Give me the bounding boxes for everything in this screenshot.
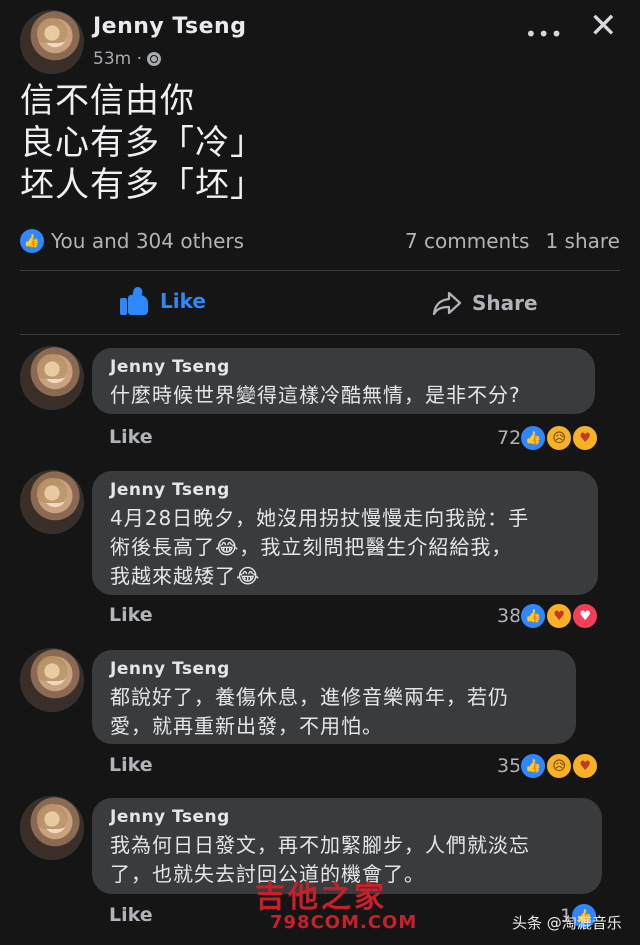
comment-reactions[interactable]: 72 👍 😥 ♥ bbox=[497, 424, 600, 452]
sad-icon: 😥 bbox=[545, 424, 574, 452]
comment-reaction-count: 38 bbox=[497, 605, 522, 627]
comment-avatar[interactable] bbox=[20, 470, 84, 534]
watermark-source: 头条 @淘漉音乐 bbox=[512, 914, 622, 932]
post-body: 信不信由你 良心有多「冷」 坯人有多「坯」 bbox=[20, 80, 265, 206]
post-author-name[interactable]: Jenny Tseng bbox=[93, 14, 246, 39]
comment-line: 我越來越矮了😂 bbox=[110, 564, 261, 588]
comment-author[interactable]: Jenny Tseng bbox=[110, 480, 580, 500]
post-line: 良心有多「冷」 bbox=[20, 123, 265, 163]
comment-text: 什麼時候世界變得這樣冷酷無情，是非不分? bbox=[110, 381, 577, 410]
comment-line: 都說好了，養傷休息，進修音樂兩年，若仍 bbox=[110, 685, 509, 709]
watermark-url: 798COM.COM bbox=[270, 912, 418, 933]
share-button-label: Share bbox=[472, 291, 538, 315]
comment-line: 什麼時候世界變得這樣冷酷無情，是非不分? bbox=[110, 383, 521, 407]
comment-avatar[interactable] bbox=[20, 796, 84, 860]
comment-like-button[interactable]: Like bbox=[109, 426, 153, 448]
reactions-count[interactable]: 👍 You and 304 others bbox=[20, 229, 244, 253]
comment-reaction-count: 72 bbox=[497, 427, 522, 449]
thumbs-up-icon bbox=[120, 286, 150, 315]
comment-bubble: Jenny Tseng 4月28日晚夕，她沒用拐扙慢慢走向我說：手 術後長高了😂… bbox=[92, 471, 598, 595]
comment-line: 愛，就再重新出發，不用怕。 bbox=[110, 714, 383, 738]
care-icon: ♥ bbox=[571, 752, 600, 780]
divider bbox=[20, 334, 620, 335]
engagement-counts: 7 comments 1 share bbox=[405, 229, 620, 253]
comment-author[interactable]: Jenny Tseng bbox=[110, 807, 584, 827]
post-line: 坯人有多「坯」 bbox=[20, 165, 265, 205]
more-options-icon[interactable]: ••• bbox=[525, 22, 563, 46]
care-icon: ♥ bbox=[571, 424, 600, 452]
comment-text: 4月28日晚夕，她沒用拐扙慢慢走向我說：手 術後長高了😂，我立刻問把醫生介紹給我… bbox=[110, 504, 580, 591]
sad-icon: 😥 bbox=[545, 752, 574, 780]
comment-author[interactable]: Jenny Tseng bbox=[110, 357, 577, 377]
like-reaction-icon: 👍 bbox=[20, 229, 44, 253]
post-line: 信不信由你 bbox=[20, 81, 195, 121]
comment-like-button[interactable]: Like bbox=[109, 604, 153, 626]
post-meta: 53m · bbox=[93, 49, 161, 69]
comment-like-button[interactable]: Like bbox=[109, 754, 153, 776]
comment-reactions[interactable]: 38 👍 ♥ ♥ bbox=[497, 602, 600, 630]
like-icon: 👍 bbox=[519, 752, 548, 780]
post-time: 53m · bbox=[93, 49, 142, 69]
divider bbox=[20, 270, 620, 271]
comment-author[interactable]: Jenny Tseng bbox=[110, 659, 558, 679]
comment-text: 都說好了，養傷休息，進修音樂兩年，若仍 愛，就再重新出發，不用怕。 bbox=[110, 683, 558, 741]
like-icon: 👍 bbox=[519, 424, 548, 452]
share-icon bbox=[432, 291, 462, 316]
like-button-label: Like bbox=[160, 289, 206, 313]
comment-reaction-count: 35 bbox=[497, 755, 522, 777]
comment-bubble: Jenny Tseng 都說好了，養傷休息，進修音樂兩年，若仍 愛，就再重新出發… bbox=[92, 650, 576, 744]
watermark-brand: 吉他之家 bbox=[255, 880, 387, 915]
comment-like-button[interactable]: Like bbox=[109, 904, 153, 926]
reactions-summary: 👍 You and 304 others 7 comments 1 share bbox=[20, 229, 620, 259]
reactions-text: You and 304 others bbox=[51, 229, 245, 253]
love-icon: ♥ bbox=[571, 602, 600, 630]
comment-line: 我為何日日發文，再不加緊腳步，人們就淡忘 bbox=[110, 833, 530, 857]
shares-count[interactable]: 1 share bbox=[545, 229, 620, 253]
comment-line: 4月28日晚夕，她沒用拐扙慢慢走向我說：手 bbox=[110, 506, 530, 530]
comment-reactions[interactable]: 35 👍 😥 ♥ bbox=[497, 752, 600, 780]
comment-bubble: Jenny Tseng 什麼時候世界變得這樣冷酷無情，是非不分? bbox=[92, 348, 595, 414]
post-author-avatar[interactable] bbox=[20, 10, 84, 74]
comment-avatar[interactable] bbox=[20, 346, 84, 410]
like-icon: 👍 bbox=[519, 602, 548, 630]
comment-avatar[interactable] bbox=[20, 648, 84, 712]
care-icon: ♥ bbox=[545, 602, 574, 630]
globe-icon bbox=[147, 52, 161, 66]
like-button[interactable]: Like bbox=[120, 286, 206, 315]
comments-count[interactable]: 7 comments bbox=[405, 229, 530, 253]
share-button[interactable]: Share bbox=[432, 290, 538, 316]
comment-line: 術後長高了😂，我立刻問把醫生介紹給我， bbox=[110, 535, 513, 559]
close-icon[interactable]: ✕ bbox=[589, 6, 618, 46]
